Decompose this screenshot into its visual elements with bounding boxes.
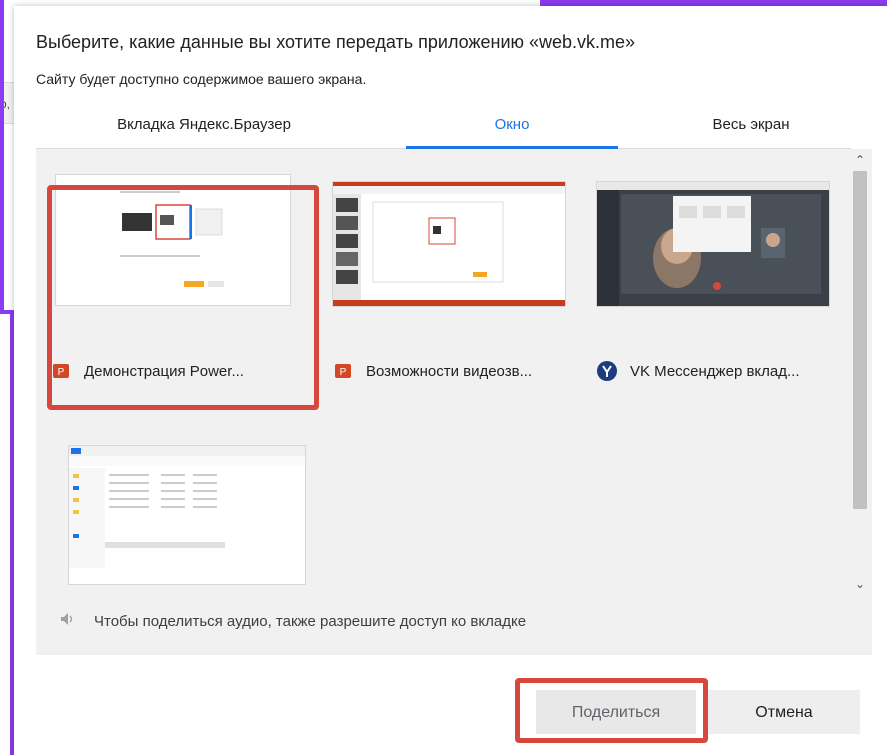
window-picker-panel: P Демонстрация Power... P Возможности ви… [36,149,872,655]
scrollbar-thumb[interactable] [853,171,867,509]
cancel-button[interactable]: Отмена [708,690,860,734]
chevron-down-icon[interactable]: ⌄ [853,577,867,591]
window-card-label: Возможности видеозв... [366,362,533,380]
powerpoint-icon: P [332,360,354,382]
window-card-powerpoint-video[interactable]: P Возможности видеозв... [312,149,570,399]
chevron-up-icon[interactable]: ⌃ [853,153,867,167]
window-thumbnail [332,181,566,307]
selected-window-highlight [47,185,319,410]
window-thumbnail [68,445,306,585]
audio-hint: Чтобы поделиться аудио, также разрешите … [60,612,526,630]
tab-browser-tab[interactable]: Вкладка Яндекс.Браузер [94,108,314,148]
tab-entire-screen[interactable]: Весь экран [666,108,836,148]
window-card-title: VK Мессенджер вклад... [596,360,836,382]
svg-text:P: P [340,367,347,378]
window-grid: P Демонстрация Power... P Возможности ви… [36,149,848,593]
share-button-highlight [515,678,708,743]
audio-hint-text: Чтобы поделиться аудио, также разрешите … [94,612,527,630]
tab-window[interactable]: Окно [406,108,618,149]
dialog-subtitle: Сайту будет доступно содержимое вашего э… [36,71,367,87]
dialog-title: Выберите, какие данные вы хотите передат… [36,32,636,52]
annotation-frame-left-top [0,0,4,310]
yandex-browser-icon [596,360,618,382]
window-grid-scrollbar[interactable]: ⌃ ⌄ [848,149,872,593]
share-screen-dialog: Выберите, какие данные вы хотите передат… [14,6,887,755]
speaker-icon [60,612,80,630]
window-card-vk-messenger[interactable]: VK Мессенджер вклад... [576,149,834,399]
window-card-label: VK Мессенджер вклад... [630,362,800,380]
source-tabs: Вкладка Яндекс.Браузер Окно Весь экран [36,108,851,149]
window-thumbnail [596,181,830,307]
window-card-title: P Возможности видеозв... [332,360,572,382]
window-card-file-explorer[interactable] [36,419,306,593]
